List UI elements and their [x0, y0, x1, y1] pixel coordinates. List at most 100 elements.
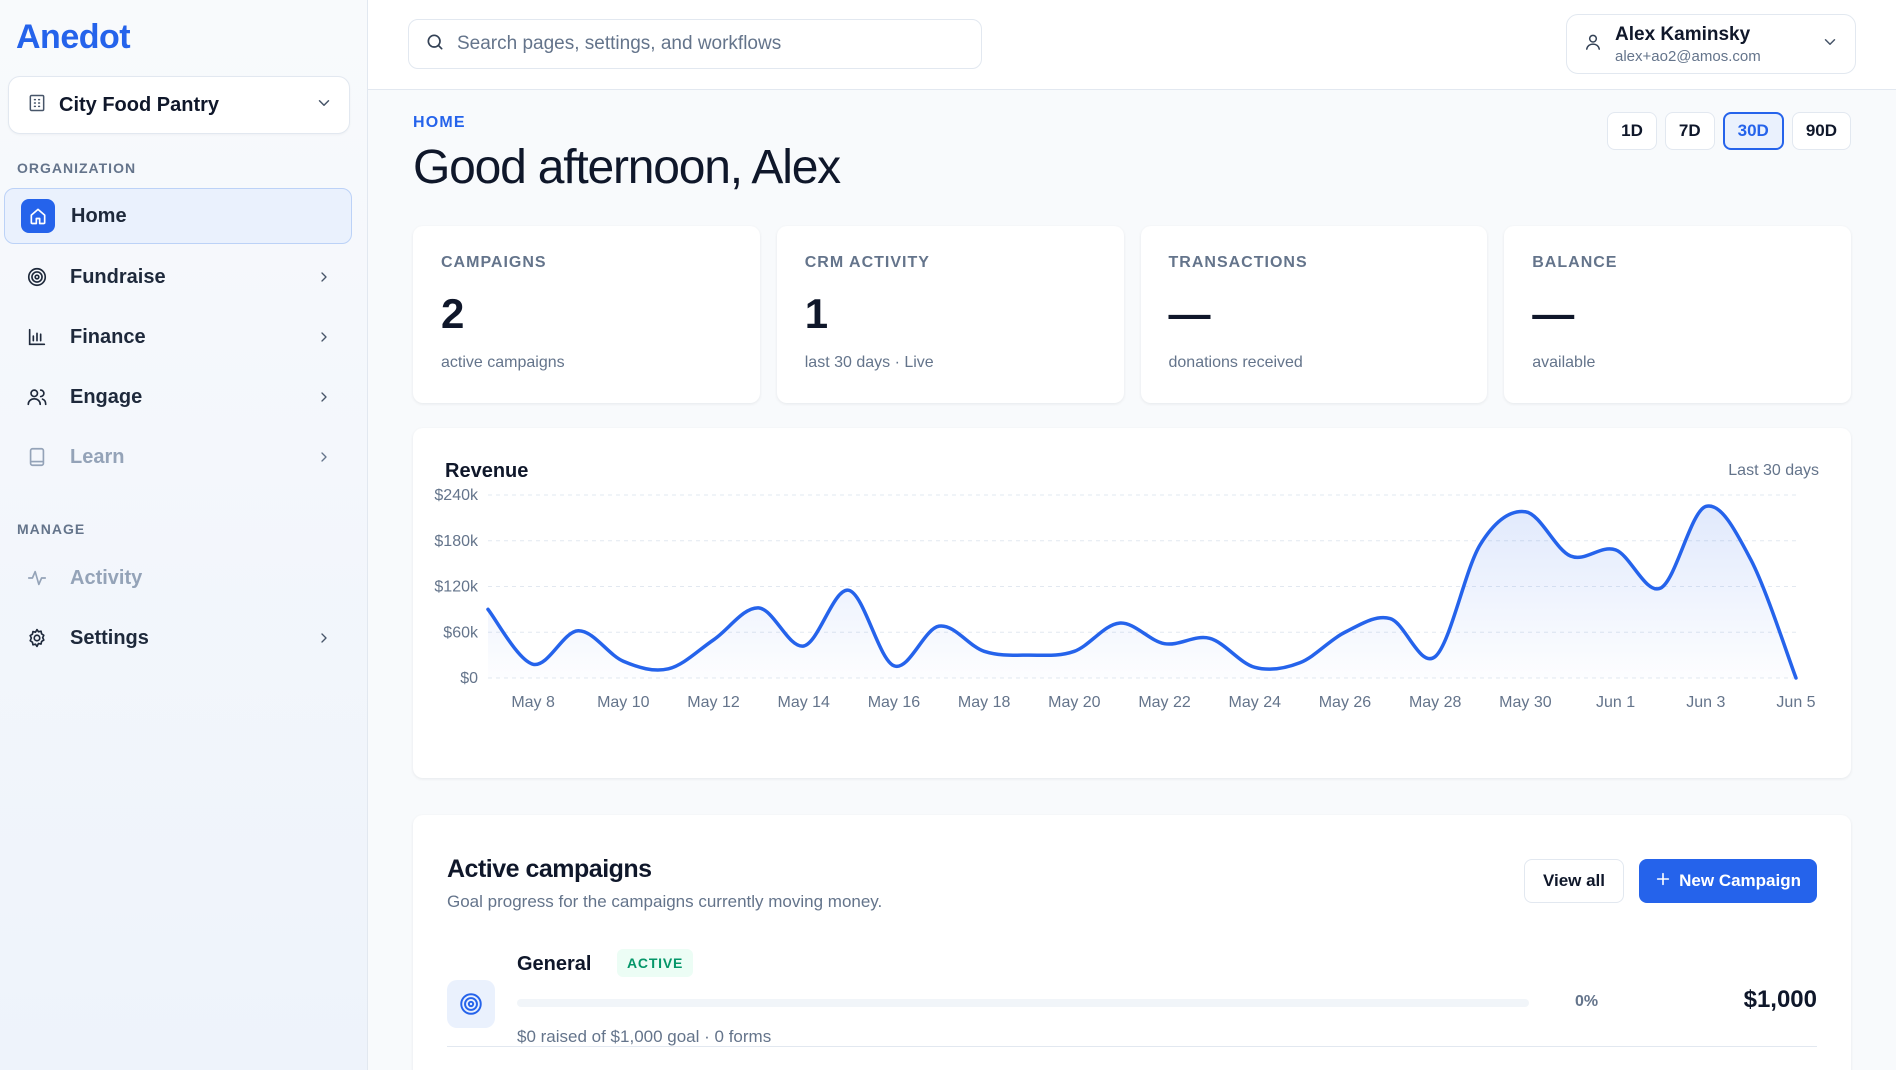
- campaign-name[interactable]: General: [517, 953, 591, 976]
- main-content: HOME Good afternoon, Alex 1D 7D 30D 90D …: [368, 90, 1896, 1070]
- sidebar-item-settings[interactable]: Settings: [4, 610, 352, 666]
- chevron-down-icon: [315, 94, 333, 117]
- gear-icon: [20, 621, 54, 655]
- data-point[interactable]: [1564, 550, 1576, 562]
- data-point[interactable]: [662, 663, 674, 675]
- x-tick-label: May 20: [1048, 694, 1101, 711]
- x-tick-label: May 26: [1319, 694, 1372, 711]
- stat-card-crm-activity[interactable]: CRM ACTIVITY 1 last 30 days · Live: [776, 226, 1124, 403]
- active-campaigns-card: Active campaigns Goal progress for the c…: [413, 815, 1851, 1070]
- search-icon: [425, 32, 445, 57]
- data-point[interactable]: [617, 655, 629, 667]
- data-point[interactable]: [708, 634, 720, 646]
- sidebar-item-label: Learn: [70, 445, 125, 468]
- bar-chart-icon: [20, 320, 54, 354]
- user-name: Alex Kaminsky: [1615, 23, 1751, 45]
- sidebar-item-fundraise[interactable]: Fundraise: [4, 249, 352, 305]
- data-point[interactable]: [1204, 632, 1216, 644]
- y-tick-label: $60k: [443, 624, 479, 641]
- data-point[interactable]: [1339, 626, 1351, 638]
- range-1d-button[interactable]: 1D: [1607, 112, 1657, 150]
- x-tick-label: May 12: [687, 694, 740, 711]
- data-point[interactable]: [1519, 506, 1531, 518]
- data-point[interactable]: [482, 603, 494, 615]
- stat-label: CAMPAIGNS: [441, 254, 547, 271]
- data-point[interactable]: [1023, 649, 1035, 661]
- x-tick-label: Jun 3: [1686, 694, 1725, 711]
- stat-label: TRANSACTIONS: [1168, 254, 1308, 271]
- sidebar-item-finance[interactable]: Finance: [4, 309, 352, 365]
- view-all-button[interactable]: View all: [1523, 859, 1624, 903]
- user-icon: [1583, 32, 1603, 57]
- x-tick-label: May 10: [597, 694, 650, 711]
- sidebar-item-label: Engage: [70, 385, 143, 408]
- sidebar-item-engage[interactable]: Engage: [4, 369, 352, 425]
- campaign-goal: $1,000: [1743, 986, 1817, 1013]
- breadcrumb[interactable]: HOME: [413, 114, 466, 132]
- range-selector: 1D 7D 30D 90D: [1607, 112, 1851, 150]
- data-point[interactable]: [1294, 657, 1306, 669]
- data-point[interactable]: [978, 645, 990, 657]
- data-point[interactable]: [527, 658, 539, 670]
- progress-percent: 0%: [1575, 993, 1599, 1010]
- range-90d-button[interactable]: 90D: [1791, 112, 1851, 150]
- stat-card-balance[interactable]: BALANCE — available: [1504, 226, 1851, 403]
- stat-card-campaigns[interactable]: CAMPAIGNS 2 active campaigns: [413, 226, 760, 403]
- section-label-manage: MANAGE: [17, 521, 86, 537]
- user-menu[interactable]: Alex Kaminsky alex+ao2@amos.com: [1566, 14, 1856, 74]
- target-icon: [20, 260, 54, 294]
- sidebar-item-label: Finance: [70, 325, 146, 348]
- data-point[interactable]: [1429, 651, 1441, 663]
- data-point[interactable]: [1159, 638, 1171, 650]
- stat-subtext: last 30 days · Live: [804, 354, 934, 371]
- data-point[interactable]: [753, 602, 765, 614]
- sidebar-item-label: Home: [71, 204, 127, 227]
- data-point[interactable]: [1610, 544, 1622, 556]
- chevron-right-icon: [314, 447, 334, 467]
- y-tick-label: $0: [460, 670, 478, 687]
- x-tick-label: May 30: [1499, 694, 1552, 711]
- sidebar-item-learn[interactable]: Learn: [4, 429, 352, 485]
- stat-value: —: [1532, 290, 1575, 337]
- data-point[interactable]: [888, 660, 900, 672]
- search-input[interactable]: Search pages, settings, and workflows: [408, 19, 982, 69]
- range-7d-button[interactable]: 7D: [1664, 112, 1715, 150]
- stat-card-transactions[interactable]: TRANSACTIONS — donations received: [1140, 226, 1488, 403]
- page-title: Good afternoon, Alex: [413, 141, 841, 194]
- data-point[interactable]: [843, 584, 855, 596]
- sidebar-item-label: Settings: [70, 626, 149, 649]
- chevron-right-icon: [314, 628, 334, 648]
- top-bar: Search pages, settings, and workflows Al…: [368, 0, 1896, 90]
- campaign-progress-bar: [517, 999, 1529, 1007]
- x-tick-label: May 14: [777, 694, 830, 711]
- data-point[interactable]: [1745, 554, 1757, 566]
- range-30d-button[interactable]: 30D: [1722, 112, 1784, 150]
- x-tick-label: May 22: [1138, 694, 1191, 711]
- sidebar-item-label: Fundraise: [70, 265, 166, 288]
- sidebar-item-home[interactable]: Home: [4, 188, 352, 244]
- sidebar-item-activity[interactable]: Activity: [4, 550, 352, 606]
- data-point[interactable]: [1655, 582, 1667, 594]
- app-logo[interactable]: Anedot: [16, 18, 131, 57]
- data-point[interactable]: [1790, 672, 1802, 684]
- data-point[interactable]: [1249, 661, 1261, 673]
- data-point[interactable]: [572, 625, 584, 637]
- new-campaign-button[interactable]: New Campaign: [1639, 859, 1817, 903]
- chevron-right-icon: [314, 267, 334, 287]
- y-tick-label: $180k: [434, 533, 479, 550]
- data-point[interactable]: [1700, 500, 1712, 512]
- data-point[interactable]: [933, 620, 945, 632]
- data-point[interactable]: [1384, 613, 1396, 625]
- campaign-row[interactable]: General ACTIVE 0% $1,000 $0 raised of $1…: [447, 935, 1817, 1047]
- campaign-meta: $0 raised of $1,000 goal · 0 forms: [517, 1027, 772, 1046]
- data-point[interactable]: [1474, 539, 1486, 551]
- data-point[interactable]: [1068, 645, 1080, 657]
- data-point[interactable]: [1113, 617, 1125, 629]
- plus-icon: [1655, 871, 1671, 892]
- y-tick-label: $240k: [434, 487, 479, 504]
- data-point[interactable]: [798, 640, 810, 652]
- org-switcher[interactable]: City Food Pantry: [8, 76, 350, 134]
- revenue-chart[interactable]: $0 $60k $120k $180k $240k May 8 May 10 May 12 Ma…: [413, 428, 1851, 778]
- section-title: Active campaigns: [447, 855, 652, 883]
- target-icon: [447, 980, 495, 1028]
